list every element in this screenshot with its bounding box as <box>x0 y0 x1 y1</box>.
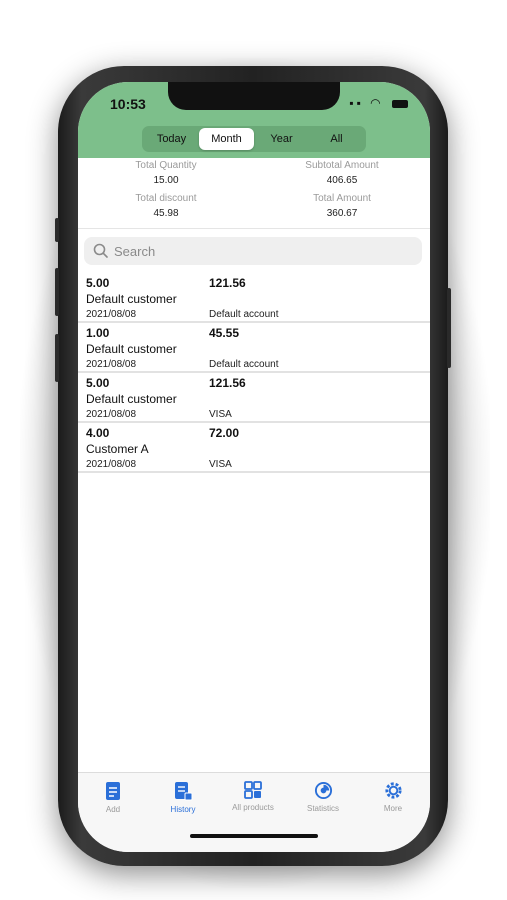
total-quantity-value: 15.00 <box>153 175 179 186</box>
add-doc-icon <box>106 782 120 800</box>
app-header: 10:53 ▪▪ ◠ Today Month Year All <box>78 82 430 158</box>
item-quantity: 5.00 <box>86 376 110 390</box>
home-indicator[interactable] <box>190 834 318 838</box>
total-discount: Total discount 45.98 <box>78 193 254 219</box>
tab-history[interactable]: History <box>148 781 218 814</box>
item-customer: Default customer <box>86 392 177 406</box>
item-date: 2021/08/08 <box>86 309 137 320</box>
volume-down-button <box>55 334 59 382</box>
tab-bar: Add History All products Statistics More <box>78 772 430 852</box>
item-account: Default account <box>209 309 279 320</box>
item-quantity: 1.00 <box>86 326 110 340</box>
list-item[interactable]: 1.00 45.55 Default customer 2021/08/08 D… <box>78 323 430 373</box>
list-item[interactable]: 4.00 72.00 Customer A 2021/08/08 VISA <box>78 423 430 473</box>
battery-icon <box>392 99 408 108</box>
total-quantity-label: Total Quantity <box>135 160 197 171</box>
history-doc-icon <box>175 782 193 801</box>
wifi-icon: ◠ <box>370 96 384 110</box>
summary-divider <box>78 228 430 229</box>
tab-label: History <box>170 805 196 814</box>
search-placeholder: Search <box>114 243 156 259</box>
subtotal-amount-label: Subtotal Amount <box>305 160 379 171</box>
item-account: Default account <box>209 359 279 370</box>
total-discount-label: Total discount <box>135 193 197 204</box>
item-date: 2021/08/08 <box>86 359 137 370</box>
tab-label: More <box>383 804 403 813</box>
pie-chart-icon <box>314 781 332 800</box>
power-button <box>447 288 451 368</box>
history-list: 5.00 121.56 Default customer 2021/08/08 … <box>78 273 430 473</box>
signal-icon: ▪▪ <box>349 96 364 110</box>
item-quantity: 4.00 <box>86 426 110 440</box>
total-quantity: Total Quantity 15.00 <box>78 160 254 186</box>
item-amount: 121.56 <box>209 376 246 390</box>
list-item[interactable]: 5.00 121.56 Default customer 2021/08/08 … <box>78 373 430 423</box>
tab-statistics[interactable]: Statistics <box>288 781 358 813</box>
gear-icon <box>384 782 402 799</box>
item-quantity: 5.00 <box>86 276 110 290</box>
item-customer: Default customer <box>86 292 177 306</box>
segment-year[interactable]: Year <box>254 128 309 150</box>
item-amount: 45.55 <box>209 326 240 340</box>
app-screen: 10:53 ▪▪ ◠ Today Month Year All Total Qu… <box>78 82 430 852</box>
status-time: 10:53 <box>110 96 146 112</box>
total-amount: Total Amount 360.67 <box>254 193 430 219</box>
tab-label: Add <box>105 805 121 814</box>
tab-all-products[interactable]: All products <box>218 781 288 812</box>
summary-panel: Total Quantity 15.00 Subtotal Amount 406… <box>78 160 430 226</box>
subtotal-amount-value: 406.65 <box>326 175 358 186</box>
tab-label: All products <box>232 803 274 812</box>
period-segmented-control: Today Month Year All <box>142 126 366 152</box>
segment-today[interactable]: Today <box>144 128 199 150</box>
list-item[interactable]: 5.00 121.56 Default customer 2021/08/08 … <box>78 273 430 323</box>
item-amount: 121.56 <box>209 276 246 290</box>
mute-switch <box>55 218 59 242</box>
segment-month[interactable]: Month <box>199 128 254 150</box>
item-amount: 72.00 <box>209 426 240 440</box>
item-date: 2021/08/08 <box>86 459 137 470</box>
item-account: VISA <box>209 409 232 420</box>
notch <box>168 82 340 110</box>
grid-qr-icon <box>244 781 262 799</box>
volume-up-button <box>55 268 59 316</box>
item-customer: Customer A <box>86 442 149 456</box>
tab-add[interactable]: Add <box>78 781 148 814</box>
subtotal-amount: Subtotal Amount 406.65 <box>254 160 430 186</box>
tab-label: Statistics <box>306 804 339 813</box>
total-amount-label: Total Amount <box>313 193 371 204</box>
item-date: 2021/08/08 <box>86 409 137 420</box>
status-icons: ▪▪ ◠ <box>349 96 408 110</box>
total-amount-value: 360.67 <box>326 208 358 219</box>
search-icon <box>93 243 108 258</box>
item-customer: Default customer <box>86 342 177 356</box>
segment-all[interactable]: All <box>309 128 364 150</box>
item-account: VISA <box>209 459 232 470</box>
search-input[interactable]: Search <box>84 237 422 265</box>
tab-more[interactable]: More <box>358 781 428 813</box>
total-discount-value: 45.98 <box>153 208 179 219</box>
